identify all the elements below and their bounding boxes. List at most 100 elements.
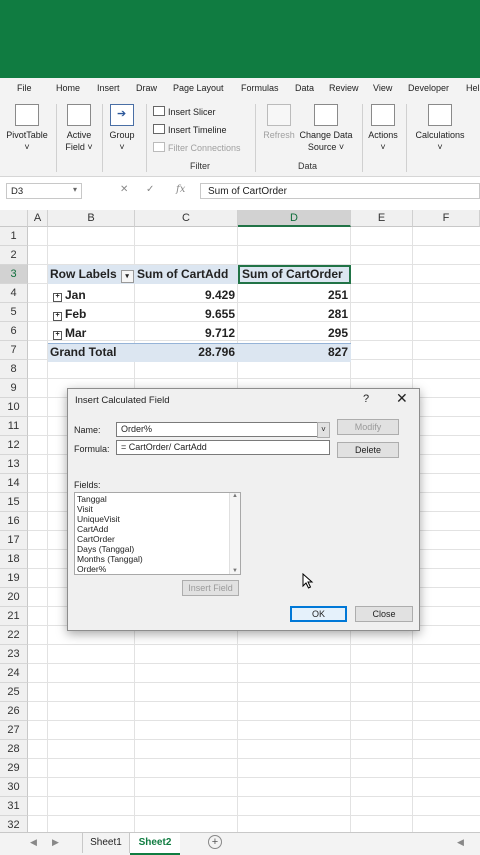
row-header[interactable]: 30 xyxy=(0,778,28,797)
pivot-header-cartorder[interactable]: Sum of CartOrder xyxy=(238,265,351,284)
row-header[interactable]: 13 xyxy=(0,455,28,474)
pivot-row-jan[interactable]: + Jan xyxy=(53,286,86,305)
tab-draw[interactable]: Draw xyxy=(136,83,157,93)
tab-review[interactable]: Review xyxy=(329,83,359,93)
list-item[interactable]: Tanggal xyxy=(77,494,107,504)
tab-insert[interactable]: Insert xyxy=(97,83,120,93)
row-header[interactable]: 2 xyxy=(0,246,28,265)
close-icon[interactable]: ✕ xyxy=(396,390,408,407)
help-icon[interactable]: ? xyxy=(363,393,369,405)
prev-sheet-icon[interactable]: ◀ xyxy=(30,837,37,848)
row-header[interactable]: 11 xyxy=(0,417,28,436)
listbox-scrollbar[interactable]: ▲ ▼ xyxy=(229,493,240,574)
expand-icon[interactable]: + xyxy=(53,331,62,340)
row-header[interactable]: 9 xyxy=(0,379,28,398)
group-button[interactable]: ➔ Group ˅ xyxy=(104,104,140,153)
row-header[interactable]: 26 xyxy=(0,702,28,721)
total-cartadd[interactable]: 28.796 xyxy=(135,343,235,362)
row-header[interactable]: 19 xyxy=(0,569,28,588)
jan-cartorder[interactable]: 251 xyxy=(238,286,348,305)
modify-button[interactable]: Modify xyxy=(337,419,399,435)
feb-cartorder[interactable]: 281 xyxy=(238,305,348,324)
tab-developer[interactable]: Developer xyxy=(408,83,449,93)
row-header[interactable]: 25 xyxy=(0,683,28,702)
sheet-tab-sheet1[interactable]: Sheet1 xyxy=(82,833,130,853)
actions-button[interactable]: Actions ˅ xyxy=(364,104,402,153)
fx-icon[interactable]: fx xyxy=(176,184,185,195)
chevron-down-icon[interactable]: ▾ xyxy=(73,185,77,194)
row-header[interactable]: 1 xyxy=(0,227,28,246)
name-box[interactable]: D3 xyxy=(6,183,82,199)
grand-total-label[interactable]: Grand Total xyxy=(50,343,116,362)
row-header[interactable]: 27 xyxy=(0,721,28,740)
name-input[interactable]: Order% xyxy=(116,422,330,437)
list-item[interactable]: UniqueVisit xyxy=(77,514,120,524)
mar-cartorder[interactable]: 295 xyxy=(238,324,348,343)
jan-cartadd[interactable]: 9.429 xyxy=(135,286,235,305)
col-header-b[interactable]: B xyxy=(48,210,135,227)
row-header[interactable]: 4 xyxy=(0,284,28,303)
close-button[interactable]: Close xyxy=(355,606,413,622)
row-header[interactable]: 8 xyxy=(0,360,28,379)
pivot-row-labels-header[interactable]: Row Labels ▾ xyxy=(50,265,134,284)
row-header[interactable]: 18 xyxy=(0,550,28,569)
tab-view[interactable]: View xyxy=(373,83,392,93)
pivot-header-cartadd[interactable]: Sum of CartAdd xyxy=(137,265,228,284)
scroll-down-icon[interactable]: ▼ xyxy=(232,568,238,574)
row-header[interactable]: 12 xyxy=(0,436,28,455)
row-header[interactable]: 20 xyxy=(0,588,28,607)
next-sheet-icon[interactable]: ▶ xyxy=(52,837,59,848)
filter-dropdown-icon[interactable]: ▾ xyxy=(120,270,134,283)
row-header[interactable]: 15 xyxy=(0,493,28,512)
row-header[interactable]: 17 xyxy=(0,531,28,550)
refresh-button[interactable]: Refresh xyxy=(260,104,298,141)
col-header-a[interactable]: A xyxy=(28,210,48,227)
row-header[interactable]: 14 xyxy=(0,474,28,493)
fields-listbox[interactable]: Tanggal Visit UniqueVisit CartAdd CartOr… xyxy=(74,492,241,575)
cancel-icon[interactable]: ✕ xyxy=(120,184,128,195)
pivottable-button[interactable]: PivotTable ˅ xyxy=(4,104,50,153)
list-item[interactable]: Months (Tanggal) xyxy=(77,554,143,564)
row-header[interactable]: 24 xyxy=(0,664,28,683)
formula-input[interactable]: Sum of CartOrder xyxy=(200,183,480,199)
calculations-button[interactable]: Calculations ˅ xyxy=(410,104,470,153)
col-header-c[interactable]: C xyxy=(135,210,238,227)
list-item[interactable]: Visit xyxy=(77,504,93,514)
row-header[interactable]: 21 xyxy=(0,607,28,626)
list-item[interactable]: CartAdd xyxy=(77,524,108,534)
col-header-d[interactable]: D xyxy=(238,210,351,227)
pivot-row-mar[interactable]: + Mar xyxy=(53,324,86,343)
feb-cartadd[interactable]: 9.655 xyxy=(135,305,235,324)
row-header[interactable]: 22 xyxy=(0,626,28,645)
col-header-e[interactable]: E xyxy=(351,210,413,227)
row-header[interactable]: 29 xyxy=(0,759,28,778)
tab-help[interactable]: Help xyxy=(466,83,480,93)
total-cartorder[interactable]: 827 xyxy=(238,343,348,362)
scroll-left-icon[interactable]: ◀ xyxy=(457,837,464,848)
tab-home[interactable]: Home xyxy=(56,83,80,93)
active-field-button[interactable]: Active Field ˅ xyxy=(58,104,100,153)
row-header[interactable]: 3 xyxy=(0,265,28,284)
pivot-row-feb[interactable]: + Feb xyxy=(53,305,86,324)
col-header-f[interactable]: F xyxy=(413,210,480,227)
formula-field[interactable]: = CartOrder/ CartAdd xyxy=(116,440,330,455)
row-header[interactable]: 7 xyxy=(0,341,28,360)
row-header[interactable]: 28 xyxy=(0,740,28,759)
ok-button[interactable]: OK xyxy=(290,606,347,622)
insert-slicer-button[interactable]: Insert Slicer xyxy=(153,106,216,117)
tab-formulas[interactable]: Formulas xyxy=(241,83,279,93)
row-header[interactable]: 10 xyxy=(0,398,28,417)
filter-connections-button[interactable]: Filter Connections xyxy=(153,142,241,153)
change-data-source-button[interactable]: Change Data Source ˅ xyxy=(296,104,356,153)
insert-timeline-button[interactable]: Insert Timeline xyxy=(153,124,227,135)
row-header[interactable]: 31 xyxy=(0,797,28,816)
tab-data[interactable]: Data xyxy=(295,83,314,93)
row-header[interactable]: 5 xyxy=(0,303,28,322)
sheet-tab-sheet2[interactable]: Sheet2 xyxy=(130,833,180,855)
row-header[interactable]: 16 xyxy=(0,512,28,531)
select-all-corner[interactable] xyxy=(0,210,28,227)
mar-cartadd[interactable]: 9.712 xyxy=(135,324,235,343)
list-item[interactable]: CartOrder xyxy=(77,534,115,544)
tab-file[interactable]: File xyxy=(17,83,32,93)
expand-icon[interactable]: + xyxy=(53,312,62,321)
